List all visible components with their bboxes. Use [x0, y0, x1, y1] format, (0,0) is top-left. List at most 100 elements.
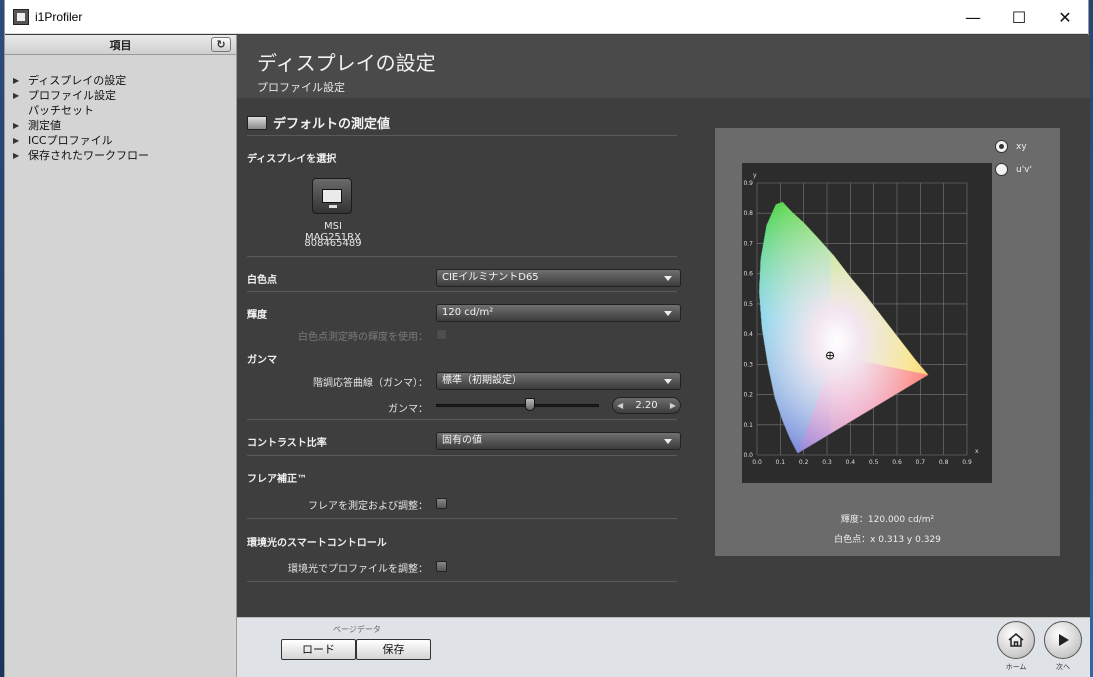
maximize-button[interactable]: ☐: [996, 0, 1042, 34]
ambient-checkbox[interactable]: [436, 561, 447, 572]
ambient-check-label: 環境光でプロファイルを調整：: [288, 564, 428, 575]
play-arrow-icon: [1059, 634, 1069, 646]
app-window: i1Profiler — ☐ ✕ 項目 ↻ ▶ ディスプレイの設定 ▶ プロファイル…: [4, 0, 1090, 677]
page-data-label: ページデータ: [333, 625, 381, 634]
expand-arrow-icon[interactable]: ▶: [13, 73, 28, 88]
gamma-slider-thumb[interactable]: [525, 398, 535, 411]
sidebar-item-saved-workflows[interactable]: ▶ 保存されたワークフロー: [5, 148, 236, 163]
chromaticity-svg: 0.0 0.1 0.2 0.3 0.4 0.5 0.6 0.7 0.8 0.9 0.0 0.1 0.2 0…: [743, 172, 979, 466]
window-title: i1Profiler: [35, 9, 83, 24]
x-tick-label: 0.1: [776, 459, 786, 466]
chromaticity-chart: 0.0 0.1 0.2 0.3 0.4 0.5 0.6 0.7 0.8 0.9 0.0 0.1 0.2 0…: [742, 163, 992, 483]
title-bar: i1Profiler — ☐ ✕: [5, 0, 1088, 34]
flare-checkbox[interactable]: [436, 498, 447, 509]
home-button[interactable]: [997, 621, 1035, 659]
sidebar-item-patch-set[interactable]: パッチセット: [5, 103, 236, 118]
sidebar: 項目 ↻ ▶ ディスプレイの設定 ▶ プロファイル設定 パッチセット ▶ 測定値 ▶ I…: [5, 35, 237, 677]
x-tick-label: 0.4: [846, 459, 856, 466]
section-header: デフォルトの測定値: [247, 110, 677, 136]
dropdown-arrow-icon: [664, 439, 672, 444]
x-tick-label: 0.0: [752, 459, 762, 466]
y-tick-label: 0.5: [743, 301, 753, 308]
gamma-curve-dropdown[interactable]: 標準（初期設定）: [436, 372, 681, 390]
y-tick-label: 0.1: [743, 422, 753, 429]
radio-xy[interactable]: [995, 140, 1008, 153]
spectral-locus: [758, 201, 929, 454]
x-tick-label: 0.9: [962, 459, 972, 466]
next-label: 次へ: [1056, 663, 1070, 671]
ambient-label: 環境光のスマートコントロール: [247, 538, 387, 549]
minimize-button[interactable]: —: [950, 0, 996, 34]
sidebar-header: 項目 ↻: [5, 35, 236, 55]
dropdown-arrow-icon: [664, 311, 672, 316]
whitepoint-label: 白色点: [247, 275, 277, 286]
y-tick-label: 0.4: [743, 331, 753, 338]
flare-check-label: フレアを測定および調整：: [308, 501, 428, 512]
use-measured-luminance-checkbox[interactable]: [436, 329, 447, 340]
y-tick-label: 0.9: [743, 180, 753, 187]
display-monitor-button[interactable]: [312, 178, 352, 214]
y-tick-label: 0.8: [743, 210, 753, 217]
x-tick-label: 0.8: [939, 459, 949, 466]
gamma-label: ガンマ: [247, 355, 277, 366]
sidebar-item-icc-profile[interactable]: ▶ ICCプロファイル: [5, 133, 236, 148]
y-tick-label: 0.3: [743, 361, 753, 368]
x-tick-label: 0.3: [822, 459, 832, 466]
page-title: ディスプレイの設定: [257, 51, 436, 75]
x-axis-label: x: [975, 448, 979, 455]
radio-uv-label: u'v': [1016, 164, 1032, 175]
bottom-bar: ページデータ ロード 保存 ホーム 次へ: [237, 617, 1090, 677]
decrement-arrow-icon[interactable]: ◀: [617, 401, 623, 410]
monitor-screen-icon: [322, 189, 342, 203]
luminance-dropdown[interactable]: 120 cd/m²: [436, 304, 681, 322]
page-header: ディスプレイの設定 プロファイル設定: [237, 35, 1090, 98]
refresh-icon: ↻: [216, 38, 226, 51]
gamma-slider-label: ガンマ：: [388, 404, 428, 415]
sidebar-header-label: 項目: [109, 38, 132, 52]
x-tick-label: 0.5: [869, 459, 879, 466]
x-tick-label: 0.6: [892, 459, 902, 466]
y-tick-label: 0.7: [743, 240, 753, 247]
home-label: ホーム: [1005, 663, 1027, 671]
gamma-slider-track[interactable]: [436, 404, 599, 407]
sidebar-nav: ▶ ディスプレイの設定 ▶ プロファイル設定 パッチセット ▶ 測定値 ▶ ICCプロフ…: [5, 55, 236, 163]
x-tick-label: 0.2: [799, 459, 809, 466]
save-button[interactable]: 保存: [356, 639, 431, 660]
chart-whitepoint-text: 白色点：x 0.313 y 0.329: [834, 535, 941, 545]
expand-arrow-icon[interactable]: ▶: [13, 88, 28, 103]
y-axis-label: y: [753, 172, 757, 179]
gamma-stepper[interactable]: ◀ 2.20 ▶: [612, 397, 681, 414]
radio-xy-row[interactable]: xy: [995, 140, 1027, 153]
y-tick-label: 0.2: [743, 392, 753, 399]
y-tick-label: 0.0: [743, 452, 753, 459]
sidebar-item-display-settings[interactable]: ▶ ディスプレイの設定: [5, 73, 236, 88]
close-button[interactable]: ✕: [1042, 0, 1088, 34]
radio-uv[interactable]: [995, 163, 1008, 176]
window-controls: — ☐ ✕: [950, 0, 1088, 34]
refresh-button[interactable]: ↻: [211, 37, 231, 52]
dropdown-arrow-icon: [664, 276, 672, 281]
next-button[interactable]: [1044, 621, 1082, 659]
sidebar-item-profile-settings[interactable]: ▶ プロファイル設定: [5, 88, 236, 103]
sidebar-item-measurements[interactable]: ▶ 測定値: [5, 118, 236, 133]
radio-uv-row[interactable]: u'v': [995, 163, 1032, 176]
page-subtitle: プロファイル設定: [257, 81, 345, 94]
expand-arrow-icon[interactable]: ▶: [13, 148, 28, 163]
contrast-dropdown[interactable]: 固有の値: [436, 432, 681, 450]
load-button[interactable]: ロード: [281, 639, 356, 660]
dropdown-arrow-icon: [664, 379, 672, 384]
expand-arrow-icon[interactable]: ▶: [13, 133, 28, 148]
radio-xy-label: xy: [1016, 141, 1027, 152]
chart-points: [826, 351, 834, 360]
monitor-icon: [247, 115, 267, 130]
section-title: デフォルトの測定値: [273, 117, 391, 132]
flare-label: フレア補正™: [247, 474, 307, 485]
increment-arrow-icon[interactable]: ▶: [670, 401, 676, 410]
home-icon: [1008, 633, 1024, 647]
luminance-label: 輝度: [247, 310, 267, 321]
gamma-value: 2.20: [635, 400, 658, 411]
chromaticity-panel: xy u'v' 0.0 0.1 0.2 0.3 0.4 0.5 0.6 0.7 …: [715, 128, 1060, 556]
chart-luminance-text: 輝度：120.000 cd/m²: [840, 515, 935, 525]
expand-arrow-icon[interactable]: ▶: [13, 118, 28, 133]
whitepoint-dropdown[interactable]: CIEイルミナントD65: [436, 269, 681, 287]
